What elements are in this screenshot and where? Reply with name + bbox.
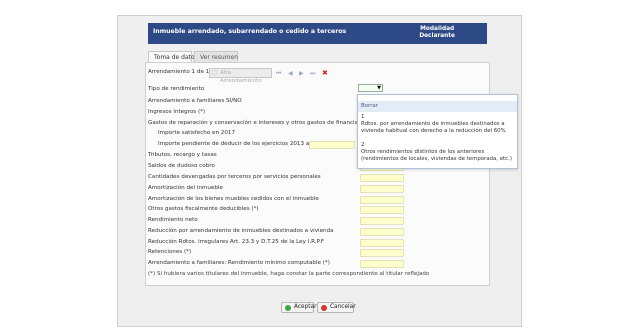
cantidades-terceros-field[interactable] (360, 174, 404, 182)
check-icon (285, 304, 291, 311)
row-label: Reducción Rdtos. irregulares Art. 23.3 y… (148, 239, 325, 245)
row-label: Tipo de rendimiento (148, 86, 205, 92)
dropdown-option-1[interactable]: 1 Rdtos. por arrendamiento de inmuebles … (358, 114, 517, 135)
row-label: Arrendamiento a familiares SI/NO (148, 98, 242, 104)
row-label: Reducción por arrendamiento de inmuebles… (148, 228, 334, 234)
first-record-icon[interactable]: ⏮ (276, 70, 281, 78)
row-label: Importe satisfecho en 2017 (158, 130, 236, 136)
row-label: Gastos de reparación y conservación e in… (148, 120, 379, 126)
row-label: Ingresos íntegros (*) (148, 109, 206, 115)
delete-icon[interactable]: ✖ (322, 69, 328, 77)
row-label: Tributos, recargo y tasas (148, 152, 217, 158)
modalidad-line1: Modalidad (420, 26, 455, 32)
row-label: Otros gastos fiscalmente deducibles (*) (148, 206, 259, 212)
dialog-title-bar: Inmueble arrendado, subarrendado o cedid… (148, 23, 487, 44)
accept-label: Aceptar (294, 304, 317, 310)
reduccion-vivienda-field[interactable] (360, 228, 404, 236)
row-label: Amortización del inmueble (148, 185, 223, 191)
row-label: Importe pendiente de deducir de los ejer… (158, 141, 326, 147)
tipo-rendimiento-dropdown: Borrar 1 Rdtos. por arrendamiento de inm… (357, 94, 518, 169)
dropdown-option-borrar[interactable]: Borrar (358, 101, 517, 112)
chevron-down-icon: ▼ (377, 85, 381, 91)
rendimiento-minimo-field[interactable] (360, 260, 404, 268)
footnote: (*) Si hubiera varios titulares del inmu… (148, 271, 430, 277)
otros-gastos-field[interactable] (360, 206, 404, 214)
add-icon: ▢ (212, 69, 218, 76)
dialog-title: Inmueble arrendado, subarrendado o cedid… (153, 28, 347, 35)
cancel-button[interactable]: Cancelar (317, 302, 356, 313)
modalidad-label: Modalidad Declarante (419, 26, 455, 40)
reduccion-irregulares-field[interactable] (360, 239, 404, 247)
rendimiento-neto-field[interactable] (360, 217, 404, 225)
importe-pendiente-field[interactable] (309, 141, 355, 149)
row-label: Cantidades devengadas por terceros por s… (148, 174, 321, 180)
retenciones-field[interactable] (360, 249, 404, 257)
accept-button[interactable]: Aceptar (281, 302, 317, 313)
dropdown-option-2[interactable]: 2 Otros rendimientos distintos de los an… (358, 142, 517, 163)
next-record-icon[interactable]: ▶ (299, 70, 304, 77)
arrendamiento-counter: Arrendamiento 1 de 1 (148, 69, 210, 75)
row-label: Arrendamiento a familiares: Rendimiento … (148, 260, 330, 266)
amortizacion-inmueble-field[interactable] (360, 185, 404, 193)
cancel-icon (321, 304, 327, 311)
row-label: Saldos de dudoso cobro (148, 163, 215, 169)
cancel-label: Cancelar (330, 304, 356, 310)
previous-record-icon[interactable]: ◀ (288, 70, 293, 77)
alta-arrendamiento-button[interactable]: ▢ Alta Arrendamiento (209, 68, 272, 84)
tipo-rendimiento-select[interactable]: ▼ (358, 84, 383, 92)
row-label: Amortización de los bienes muebles cedid… (148, 196, 319, 202)
row-label: Retenciones (*) (148, 249, 192, 255)
row-label: Rendimiento neto (148, 217, 198, 223)
amortizacion-muebles-field[interactable] (360, 196, 404, 204)
last-record-icon[interactable]: ⏭ (310, 70, 315, 78)
modalidad-line2: Declarante (419, 33, 455, 39)
alta-arrendamiento-label: Alta Arrendamiento (220, 70, 262, 84)
